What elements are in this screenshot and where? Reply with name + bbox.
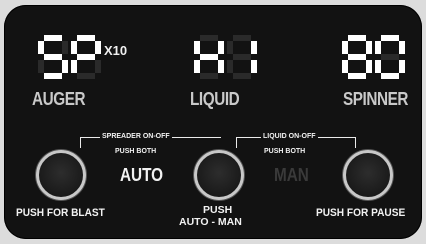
control-panel: X10 AUGER LIQUID SPINNER SPREADER ON-OFF… [4,5,422,239]
auto-man-button[interactable] [194,150,244,200]
spinner-segment-e [375,60,381,73]
pause-button[interactable] [343,150,393,200]
auger-display [38,35,101,79]
spinner-label: SPINNER [343,89,409,109]
liquid-segment-f [194,41,200,54]
liquid-display [194,35,257,79]
spinner-segment-b [399,41,405,54]
liquid-segment-c [251,60,257,73]
auger-segment-a [77,35,95,41]
spinner-segment-e [342,60,348,73]
auger-segment-b [95,41,101,54]
liquid-segment-d [233,73,251,79]
liquid-segment-g [233,54,251,60]
spinner-segment-f [342,41,348,54]
auger-segment-g [77,54,95,60]
auger-digit-1 [38,35,68,79]
man-mode-indicator: MAN [274,165,309,185]
liquid-segment-c [218,60,224,73]
auger-segment-e [71,60,77,73]
auto-man-label-line2: AUTO - MAN [179,216,242,228]
spinner-digit-2 [375,35,405,79]
spinner-segment-g [381,54,399,60]
spinner-segment-g [348,54,366,60]
spinner-digit-1 [342,35,372,79]
liquid-segment-g [200,54,218,60]
liquid-push-both-label: PUSH BOTH [264,148,306,155]
liquid-on-off-label: LIQUID ON-OFF [261,133,318,140]
blast-label: PUSH FOR BLAST [16,207,105,219]
auger-segment-c [62,60,68,73]
spinner-display [342,35,405,79]
liquid-segment-a [200,35,218,41]
liquid-digit-2 [227,35,257,79]
auger-segment-g [44,54,62,60]
auger-segment-f [71,41,77,54]
blast-button[interactable] [36,150,86,200]
liquid-segment-b [218,41,224,54]
auger-multiplier: X10 [104,43,128,58]
liquid-segment-b [251,41,257,54]
auger-segment-a [44,35,62,41]
auto-man-label-line1: PUSH [203,204,233,216]
auger-segment-d [44,73,62,79]
spreader-push-both-label: PUSH BOTH [115,148,157,155]
liquid-segment-d [200,73,218,79]
spinner-segment-d [348,73,366,79]
spinner-segment-c [399,60,405,73]
auger-segment-e [38,60,44,73]
spinner-segment-f [375,41,381,54]
liquid-segment-f [227,41,233,54]
spinner-segment-b [366,41,372,54]
spreader-on-off-label: SPREADER ON-OFF [100,133,172,140]
liquid-segment-a [233,35,251,41]
auger-segment-d [77,73,95,79]
spinner-segment-a [348,35,366,41]
auger-segment-b [62,41,68,54]
spinner-segment-c [366,60,372,73]
auto-mode-indicator: AUTO [120,165,164,185]
liquid-segment-e [227,60,233,73]
liquid-segment-e [194,60,200,73]
spinner-segment-d [381,73,399,79]
auger-segment-f [38,41,44,54]
auger-digit-2 [71,35,101,79]
liquid-label: LIQUID [190,89,240,109]
spinner-segment-a [381,35,399,41]
liquid-digit-1 [194,35,224,79]
pause-label: PUSH FOR PAUSE [316,207,406,219]
auger-label: AUGER [32,89,86,109]
auger-segment-c [95,60,101,73]
